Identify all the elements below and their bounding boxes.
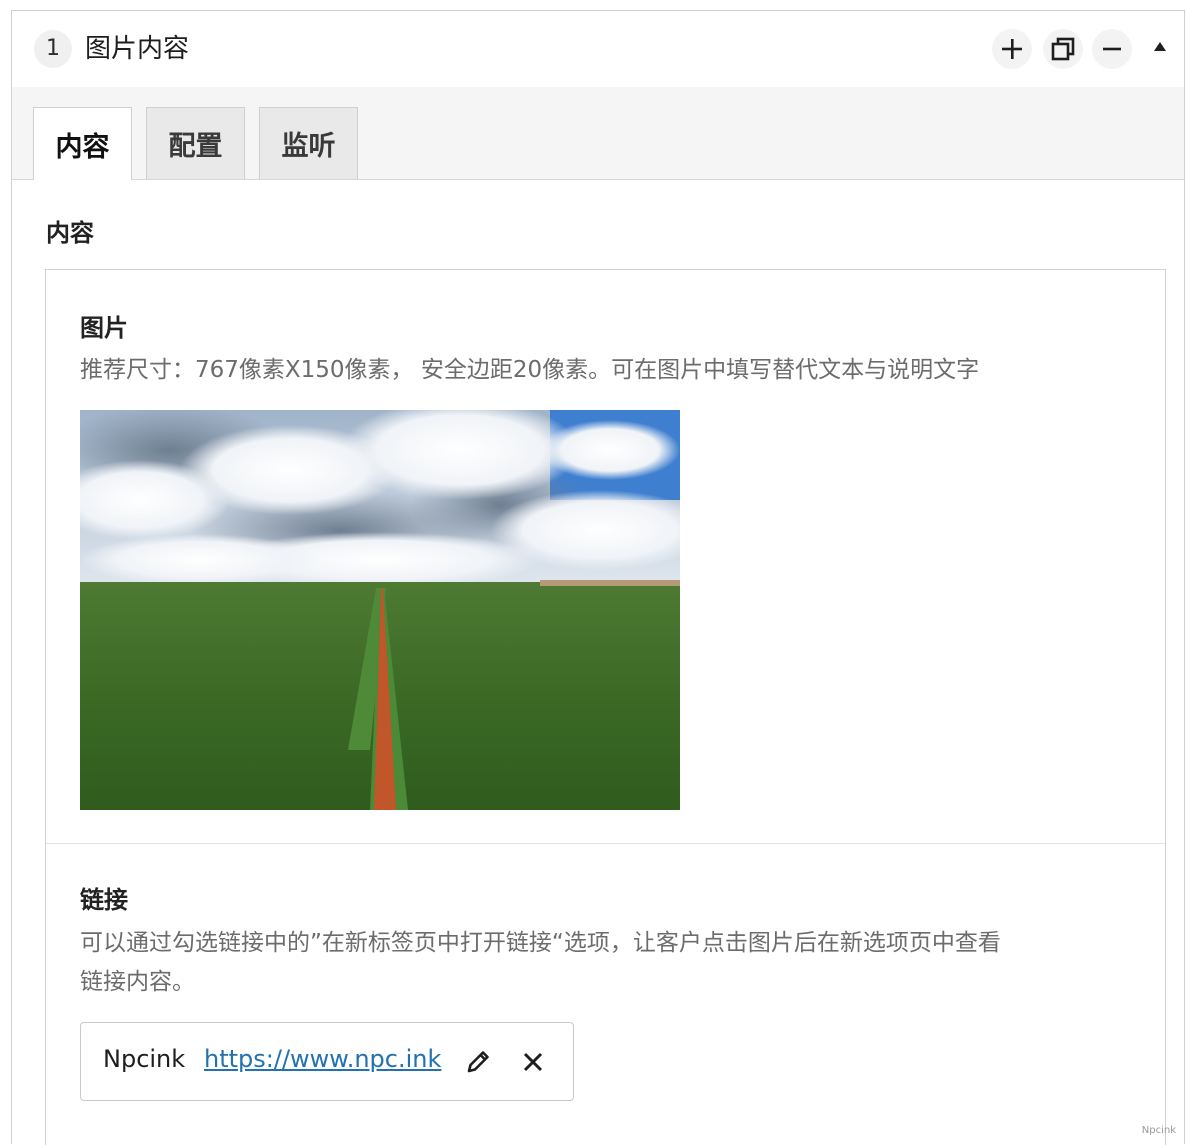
watermark: Npcink xyxy=(1141,1125,1176,1136)
field-divider xyxy=(46,843,1165,844)
close-icon xyxy=(523,1052,543,1072)
pencil-icon xyxy=(467,1051,489,1073)
minus-icon xyxy=(1103,47,1121,51)
landscape-image xyxy=(80,410,680,810)
section-label: 内容 xyxy=(46,219,94,247)
panel-index-badge: 1 xyxy=(34,30,72,68)
remove-link-button[interactable] xyxy=(518,1047,548,1077)
caret-up-icon[interactable] xyxy=(1154,42,1166,51)
remove-button[interactable] xyxy=(1092,29,1132,69)
edit-link-button[interactable] xyxy=(463,1047,493,1077)
tab-config[interactable]: 配置 xyxy=(146,107,245,179)
panel-header: 1 图片内容 xyxy=(12,11,1184,88)
link-field-description-line1: 可以通过勾选链接中的”在新标签页中打开链接“选项，让客户点击图片后在新选项页中查… xyxy=(80,930,1001,956)
panel-title: 图片内容 xyxy=(85,34,190,64)
tab-bar: 内容 配置 监听 xyxy=(12,87,1184,180)
link-name: Npcink xyxy=(103,1045,186,1073)
tab-listen[interactable]: 监听 xyxy=(259,107,358,179)
add-button[interactable] xyxy=(992,29,1032,69)
block-panel: 1 图片内容 内容 配置 监听 内容 图片 推荐尺寸：767像素X150像素， … xyxy=(11,10,1185,1145)
duplicate-icon xyxy=(1051,37,1075,61)
plus-icon xyxy=(1002,39,1022,59)
link-field-description-line2: 链接内容。 xyxy=(80,969,195,995)
link-url[interactable]: https://www.npc.ink xyxy=(204,1045,441,1073)
duplicate-button[interactable] xyxy=(1043,29,1083,69)
content-box: 图片 推荐尺寸：767像素X150像素， 安全边距20像素。可在图片中填写替代文… xyxy=(45,269,1166,1145)
image-field-description: 推荐尺寸：767像素X150像素， 安全边距20像素。可在图片中填写替代文本与说… xyxy=(80,357,980,383)
image-preview[interactable] xyxy=(80,410,680,810)
link-preview: Npcink https://www.npc.ink xyxy=(80,1022,574,1101)
link-field-label: 链接 xyxy=(80,886,128,914)
tab-content[interactable]: 内容 xyxy=(33,107,132,180)
image-field-label: 图片 xyxy=(80,314,128,342)
